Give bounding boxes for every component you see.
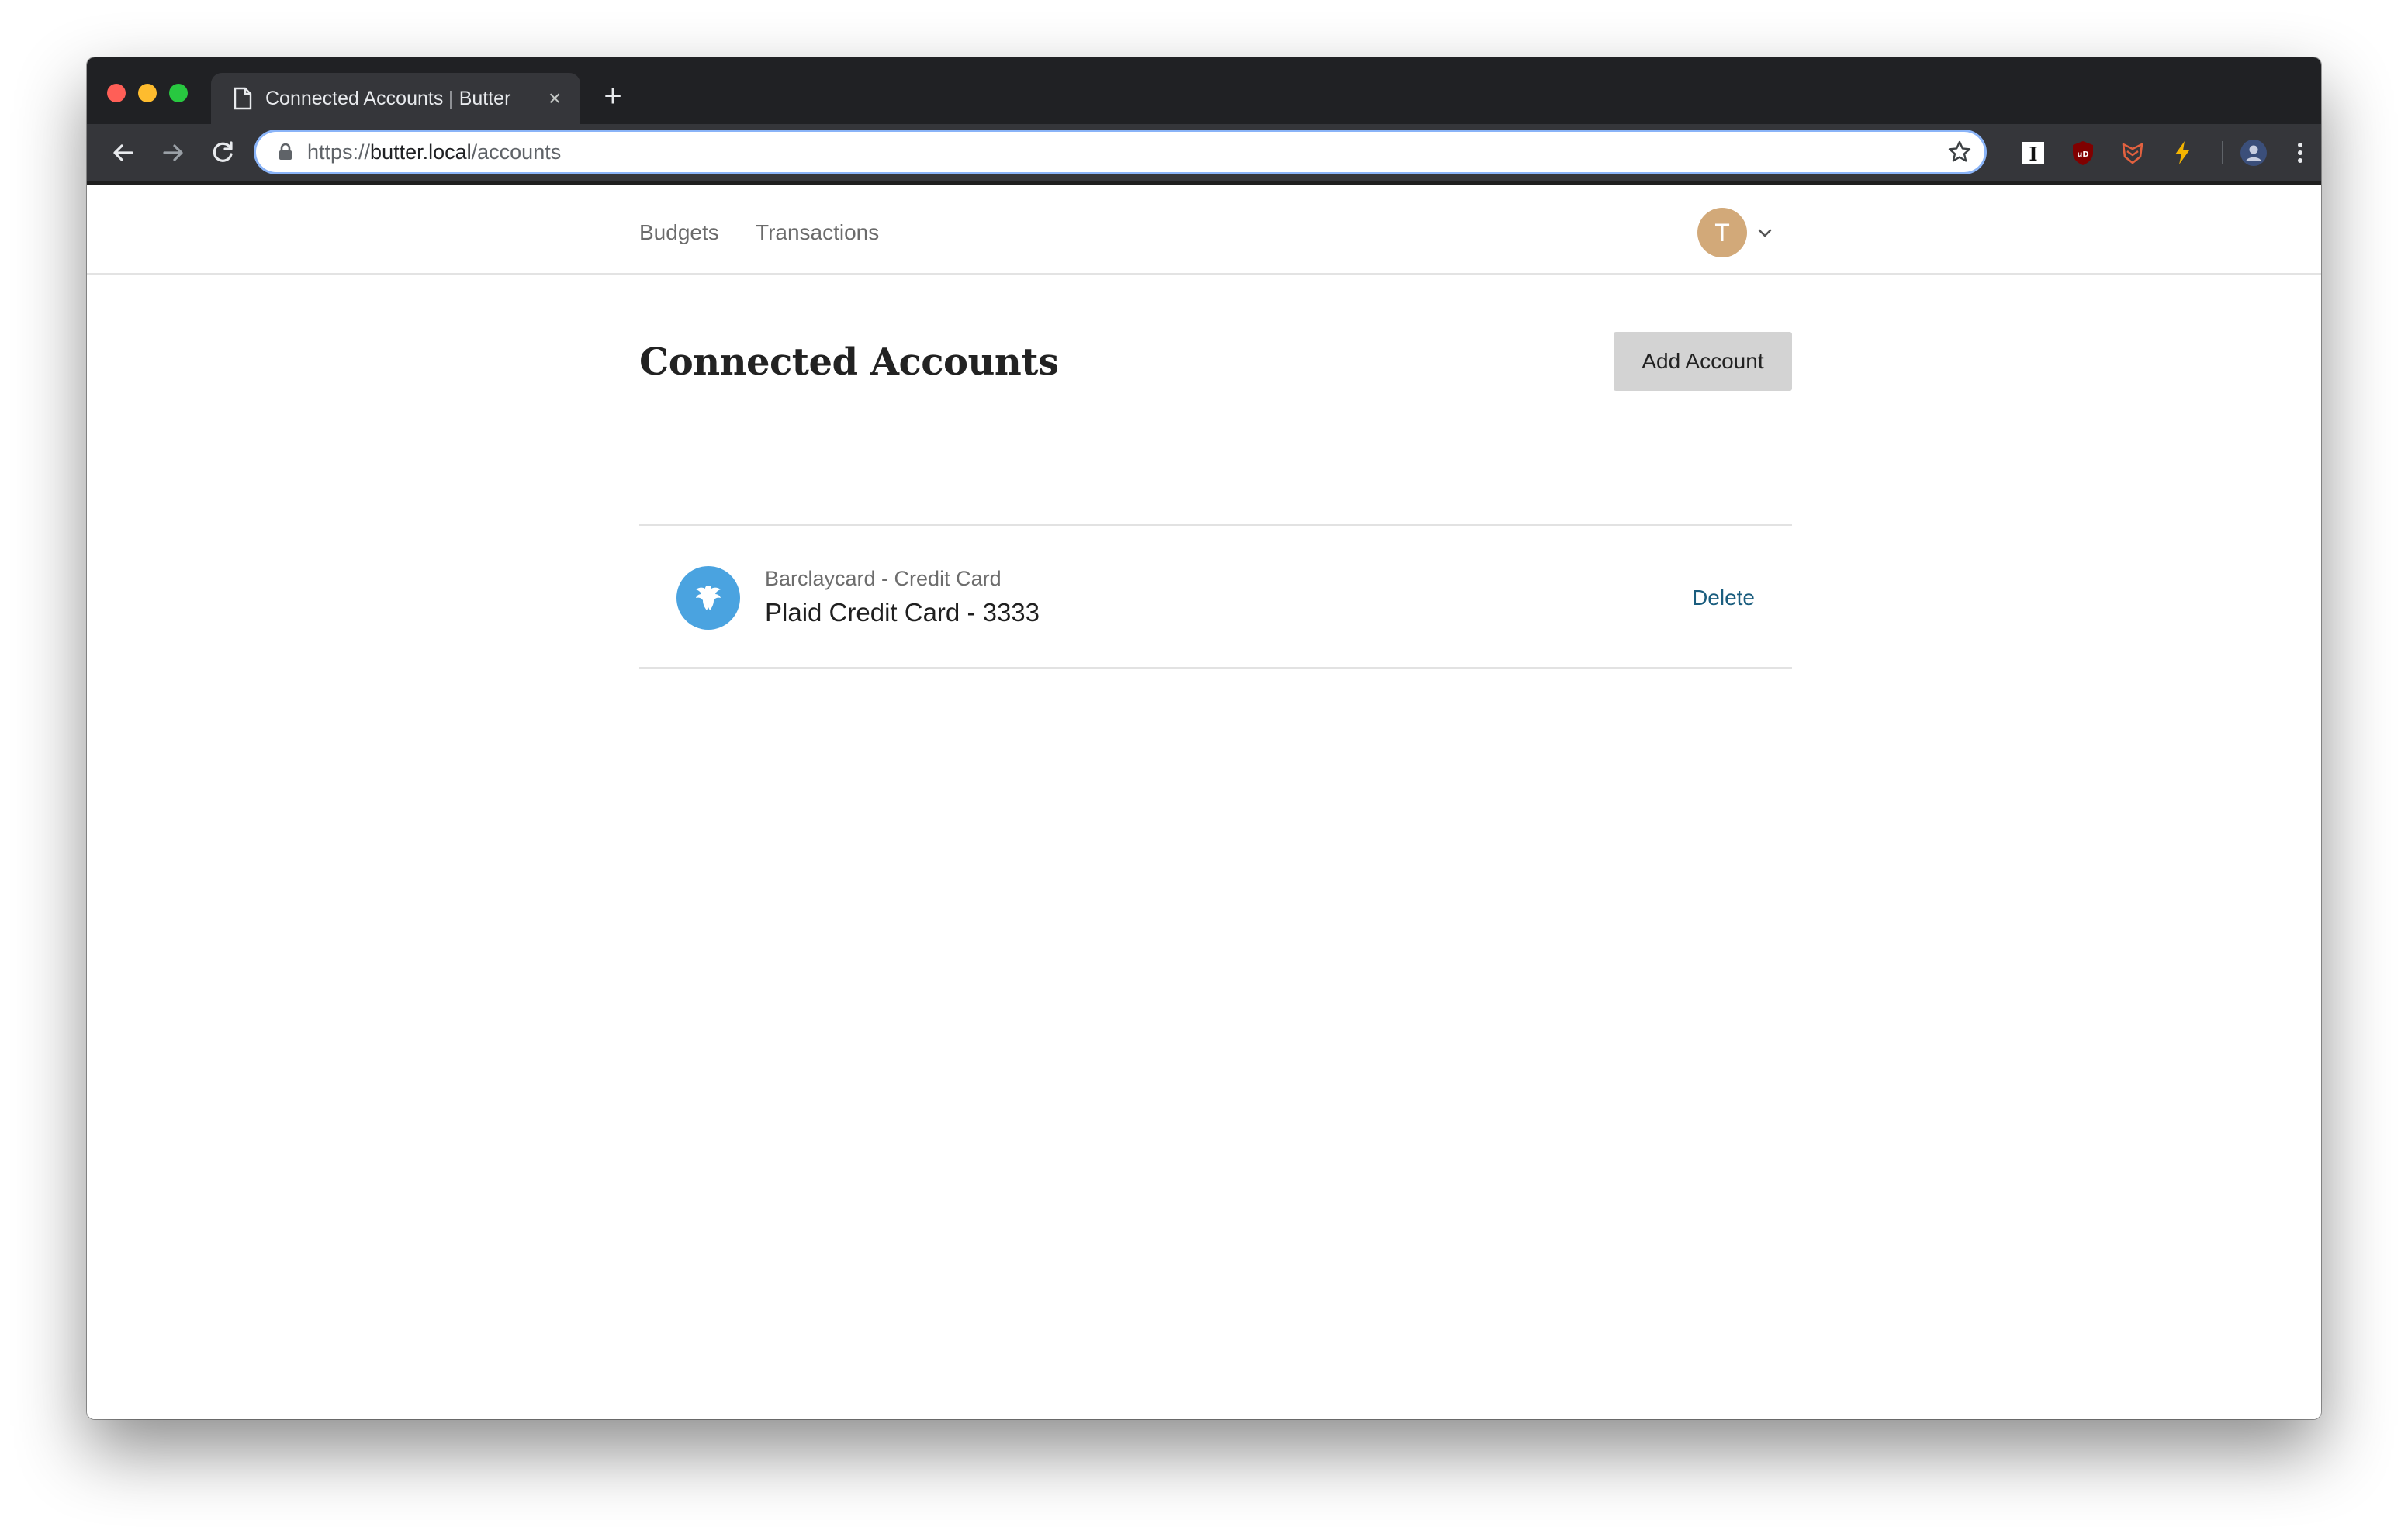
add-account-button[interactable]: Add Account xyxy=(1614,332,1792,391)
instapaper-extension-icon[interactable]: I xyxy=(2019,138,2048,168)
tab-title: Connected Accounts | Butter xyxy=(265,88,511,109)
url-host: butter.local xyxy=(370,140,472,164)
lightning-extension-icon[interactable] xyxy=(2168,138,2197,168)
minimize-window-button[interactable] xyxy=(138,84,157,102)
close-window-button[interactable] xyxy=(107,84,126,102)
reload-icon[interactable] xyxy=(206,136,239,169)
account-name: Plaid Credit Card - 3333 xyxy=(765,598,1040,627)
delete-account-button[interactable]: Delete xyxy=(1692,585,1755,611)
page-title: Connected Accounts xyxy=(639,340,1059,384)
url-scheme: https:// xyxy=(307,140,371,164)
instapaper-label: I xyxy=(2029,143,2037,165)
page-viewport: Budgets Transactions T Connected Account… xyxy=(87,185,2321,1419)
ublock-shield-icon[interactable]: uD xyxy=(2068,138,2098,168)
app-header: Budgets Transactions T xyxy=(87,185,2321,275)
profile-avatar-icon[interactable] xyxy=(2239,138,2268,168)
eagle-icon xyxy=(696,586,721,610)
maximize-window-button[interactable] xyxy=(169,84,188,102)
account-institution: Barclaycard - Credit Card xyxy=(765,567,1002,590)
screen: Connected Accounts | Butter × + https://… xyxy=(0,0,2408,1534)
barclaycard-logo-icon xyxy=(676,566,740,630)
nav-link-transactions[interactable]: Transactions xyxy=(756,220,879,245)
document-icon xyxy=(233,87,253,110)
browser-tab-active[interactable]: Connected Accounts | Butter × xyxy=(211,73,580,124)
divider-bottom xyxy=(639,667,1792,669)
user-avatar[interactable]: T xyxy=(1697,208,1747,257)
account-list-item: Barclaycard - Credit Card Plaid Credit C… xyxy=(639,527,1792,667)
chevron-down-icon[interactable] xyxy=(1756,225,1773,242)
divider-top xyxy=(639,524,1792,526)
browser-menu-icon[interactable] xyxy=(2285,138,2315,168)
new-tab-button[interactable]: + xyxy=(599,81,627,112)
back-arrow-icon[interactable] xyxy=(107,136,140,169)
browser-toolbar: https://butter.local/accounts I uD xyxy=(87,124,2321,185)
fox-extension-icon[interactable] xyxy=(2118,138,2147,168)
url-path: /accounts xyxy=(471,140,562,164)
forward-arrow-icon[interactable] xyxy=(157,136,189,169)
tab-close-icon[interactable]: × xyxy=(543,87,566,110)
address-bar[interactable]: https://butter.local/accounts xyxy=(256,132,1984,172)
bookmark-star-icon[interactable] xyxy=(1946,138,1974,166)
browser-window: Connected Accounts | Butter × + https://… xyxy=(87,57,2321,1419)
url-text: https://butter.local/accounts xyxy=(307,140,561,164)
nav-link-budgets[interactable]: Budgets xyxy=(639,220,719,245)
tab-strip: Connected Accounts | Butter × + xyxy=(87,57,2321,124)
lock-icon[interactable] xyxy=(275,141,296,163)
ublock-label: uD xyxy=(2077,150,2088,159)
toolbar-divider xyxy=(2222,141,2223,164)
